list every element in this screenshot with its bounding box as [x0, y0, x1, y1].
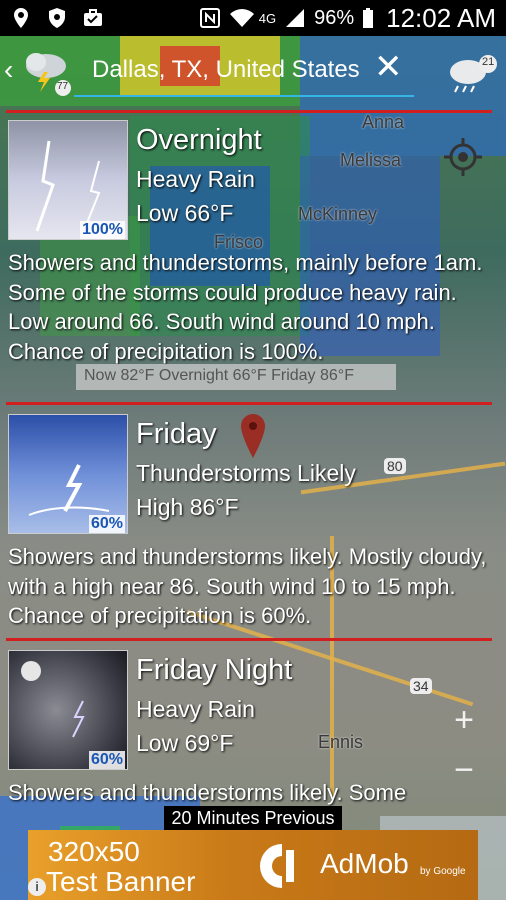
precip-percent: 60%: [88, 515, 125, 533]
nfc-icon: [199, 7, 221, 29]
ad-title-text: Test Banner: [46, 866, 196, 897]
back-chevron-icon[interactable]: ‹: [4, 54, 18, 86]
rain-cloud-icon[interactable]: 21: [444, 50, 500, 98]
zoom-in-button[interactable]: +: [444, 700, 484, 740]
divider: [6, 638, 492, 641]
forecast-period: Friday: [136, 418, 217, 450]
ad-by-google: by Google: [420, 866, 466, 877]
location-icon: [10, 7, 32, 29]
forecast-period: Overnight: [136, 124, 262, 156]
signal-icon: [284, 7, 306, 29]
forecast-temp: Low 66°F: [136, 200, 234, 226]
forecast-description: Showers and thunderstorms likely. Some: [8, 780, 407, 805]
clock: 12:02 AM: [386, 2, 496, 33]
network-type: 4G: [258, 10, 277, 26]
briefcase-icon: [82, 7, 104, 29]
thunderstorm-icon: 60%: [8, 414, 128, 534]
ad-info-icon[interactable]: i: [28, 878, 46, 896]
divider: [6, 110, 492, 113]
battery-icon: [362, 7, 374, 29]
forecast-temp: Low 69°F: [136, 730, 234, 756]
forecast-item[interactable]: 60% Friday Night Heavy Rain Low 69°F Sho…: [0, 646, 506, 806]
map-tooltip: Now 82°F Overnight 66°F Friday 86°F: [76, 364, 396, 390]
search-header: ‹ 77 Dallas, TX, United States: [0, 36, 506, 104]
forecast-description: Showers and thunderstorms, mainly before…: [8, 250, 483, 364]
zoom-out-button[interactable]: −: [444, 752, 484, 792]
rain-badge: 21: [482, 56, 495, 68]
wifi-icon: [229, 7, 254, 29]
storm-cloud-icon[interactable]: 77: [18, 42, 78, 98]
precip-percent: 60%: [88, 751, 125, 769]
storm-badge: 77: [57, 81, 69, 92]
ad-brand: AdMob: [320, 848, 409, 879]
forecast-item[interactable]: 60% Friday Thunderstorms Likely High 86°…: [0, 410, 506, 636]
forecast-item[interactable]: 100% Overnight Heavy Rain Low 66°F Showe…: [0, 116, 506, 400]
lightning-icon: 100%: [8, 120, 128, 240]
forecast-temp: High 86°F: [136, 494, 239, 520]
battery-percent: 96%: [314, 6, 355, 29]
forecast-condition: Thunderstorms Likely: [136, 460, 356, 486]
ad-banner[interactable]: 320x50 Test Banner AdMob by Google: [28, 830, 478, 900]
ad-size-text: 320x50: [48, 836, 140, 867]
shield-icon: [46, 7, 68, 29]
forecast-condition: Heavy Rain: [136, 166, 255, 192]
radar-time-label: 20 Minutes Previous: [164, 806, 342, 830]
admob-logo-icon: [256, 840, 308, 892]
forecast-description: Showers and thunderstorms likely. Mostly…: [8, 544, 487, 628]
divider: [6, 402, 492, 405]
precip-percent: 100%: [80, 221, 125, 239]
search-underline: [74, 95, 414, 97]
forecast-period: Friday Night: [136, 654, 293, 686]
clear-search-button[interactable]: ✕: [374, 50, 403, 84]
forecast-condition: Heavy Rain: [136, 696, 255, 722]
location-search-input[interactable]: Dallas, TX, United States: [92, 56, 360, 84]
status-bar: 4G 96% 12:02 AM: [0, 0, 506, 36]
night-storm-icon: 60%: [8, 650, 128, 770]
